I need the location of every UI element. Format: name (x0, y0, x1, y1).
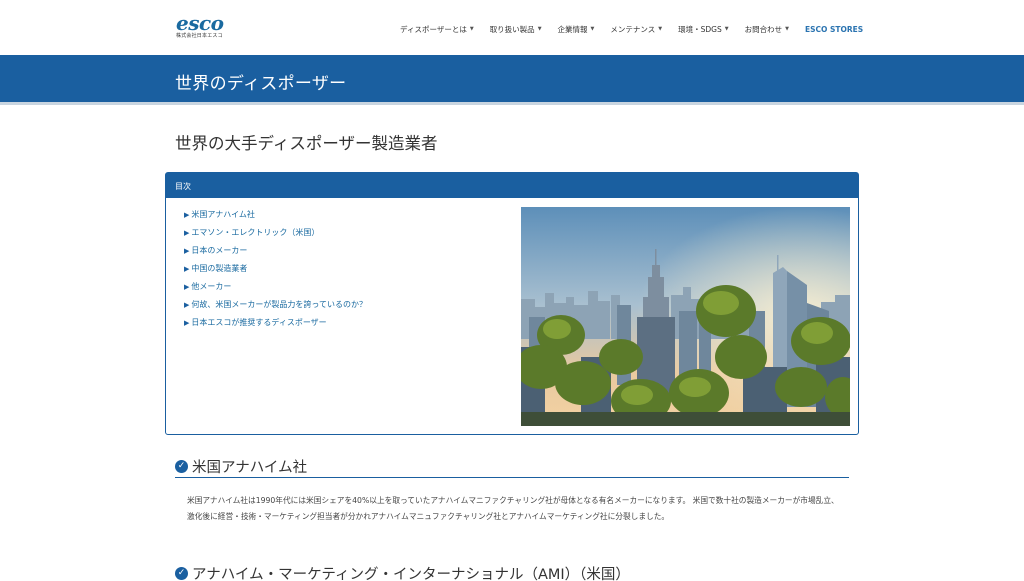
section-heading-text: アナハイム・マーケティング・インターナショナル（AMI）（米国） (192, 566, 630, 581)
triangle-right-icon: ▶ (184, 247, 190, 255)
toc-link-emerson[interactable]: ▶ エマソン・エレクトリック（米国） (184, 228, 367, 246)
toc-list: ▶ 米国アナハイム社 ▶ エマソン・エレクトリック（米国） ▶ 日本のメーカー ▶ 中国… (184, 210, 367, 336)
triangle-right-icon: ▶ (184, 229, 190, 237)
check-circle-icon: ✓ (175, 460, 188, 473)
logo-mark: esco (176, 11, 224, 35)
nav-item-maintenance[interactable]: メンテナンス ▼ (610, 24, 662, 35)
toc-link-japan-makers[interactable]: ▶ 日本のメーカー (184, 246, 367, 264)
nav-item-about-disposer[interactable]: ディスポーザーとは ▼ (400, 24, 474, 35)
caret-down-icon: ▼ (590, 26, 595, 32)
toc-link-other-makers[interactable]: ▶ 他メーカー (184, 282, 367, 300)
nav-item-label: ディスポーザーとは (400, 24, 467, 34)
caret-down-icon: ▼ (469, 26, 474, 32)
toc-link-label: エマソン・エレクトリック（米国） (191, 228, 320, 237)
section-heading-anaheim: ✓ 米国アナハイム社 (175, 456, 849, 478)
triangle-right-icon: ▶ (184, 265, 190, 273)
nav-item-label: メンテナンス (610, 24, 656, 34)
caret-down-icon: ▼ (658, 26, 663, 32)
nav-item-contact[interactable]: お問合わせ ▼ (745, 24, 789, 35)
triangle-right-icon: ▶ (184, 301, 190, 309)
page-banner: 世界のディスポーザー (0, 55, 1024, 105)
triangle-right-icon: ▶ (184, 283, 190, 291)
nav-item-label: 取り扱い製品 (489, 24, 535, 34)
nav-item-label: ESCO STORES (804, 24, 864, 34)
site-header: esco 株式会社日本エスコ ディスポーザーとは ▼ 取り扱い製品 ▼ 企業情報 ▼ … (0, 0, 1024, 55)
toc-link-anaheim[interactable]: ▶ 米国アナハイム社 (184, 210, 367, 228)
toc-link-why-us-makers[interactable]: ▶ 何故、米国メーカーが製品力を誇っているのか？ (184, 300, 367, 318)
toc-link-china-makers[interactable]: ▶ 中国の製造業者 (184, 264, 367, 282)
toc-link-label: 中国の製造業者 (191, 264, 248, 273)
esco-logo[interactable]: esco 株式会社日本エスコ (176, 11, 228, 44)
nav-item-label: 環境・SDGS (678, 24, 722, 34)
toc-header: 目次 (166, 173, 858, 198)
toc-link-label: 日本のメーカー (191, 246, 248, 255)
section-heading-text: 米国アナハイム社 (192, 460, 308, 476)
page-title: 世界の大手ディスポーザー製造業者 (175, 134, 438, 153)
section-body-anaheim: 米国アナハイム社は1990年代には米国シェアを40%以上を取っていたアナハイムマ… (187, 496, 839, 521)
section-heading-ami: ✓ アナハイム・マーケティング・インターナショナル（AMI）（米国） (175, 562, 849, 581)
city-skyline-image (521, 207, 850, 426)
nav-item-products[interactable]: 取り扱い製品 ▼ (490, 24, 542, 35)
caret-down-icon: ▼ (724, 26, 729, 32)
nav-item-esco-stores[interactable]: ESCO STORES (805, 25, 863, 34)
caret-down-icon: ▼ (785, 26, 789, 32)
triangle-right-icon: ▶ (184, 319, 190, 327)
toc-link-label: 日本エスコが推奨するディスポーザー (191, 318, 327, 327)
nav-item-company[interactable]: 企業情報 ▼ (558, 24, 595, 35)
toc-link-recommended[interactable]: ▶ 日本エスコが推奨するディスポーザー (184, 318, 367, 336)
caret-down-icon: ▼ (537, 26, 542, 32)
toc-link-label: 米国アナハイム社 (191, 210, 255, 219)
table-of-contents: 目次 ▶ 米国アナハイム社 ▶ エマソン・エレクトリック（米国） ▶ 日本のメーカー … (165, 172, 859, 435)
toc-link-label: 何故、米国メーカーが製品力を誇っているのか？ (191, 300, 367, 309)
main-nav: ディスポーザーとは ▼ 取り扱い製品 ▼ 企業情報 ▼ メンテナンス ▼ 環境・SDGS… (400, 22, 863, 36)
check-circle-icon: ✓ (175, 566, 188, 580)
nav-item-label: 企業情報 (557, 24, 588, 34)
triangle-right-icon: ▶ (184, 211, 190, 219)
nav-item-label: お問合わせ (744, 24, 783, 34)
logo-subtitle: 株式会社日本エスコ (176, 33, 223, 39)
nav-item-sdgs[interactable]: 環境・SDGS ▼ (678, 24, 728, 35)
banner-title: 世界のディスポーザー (175, 74, 347, 94)
toc-link-label: 他メーカー (191, 282, 232, 291)
